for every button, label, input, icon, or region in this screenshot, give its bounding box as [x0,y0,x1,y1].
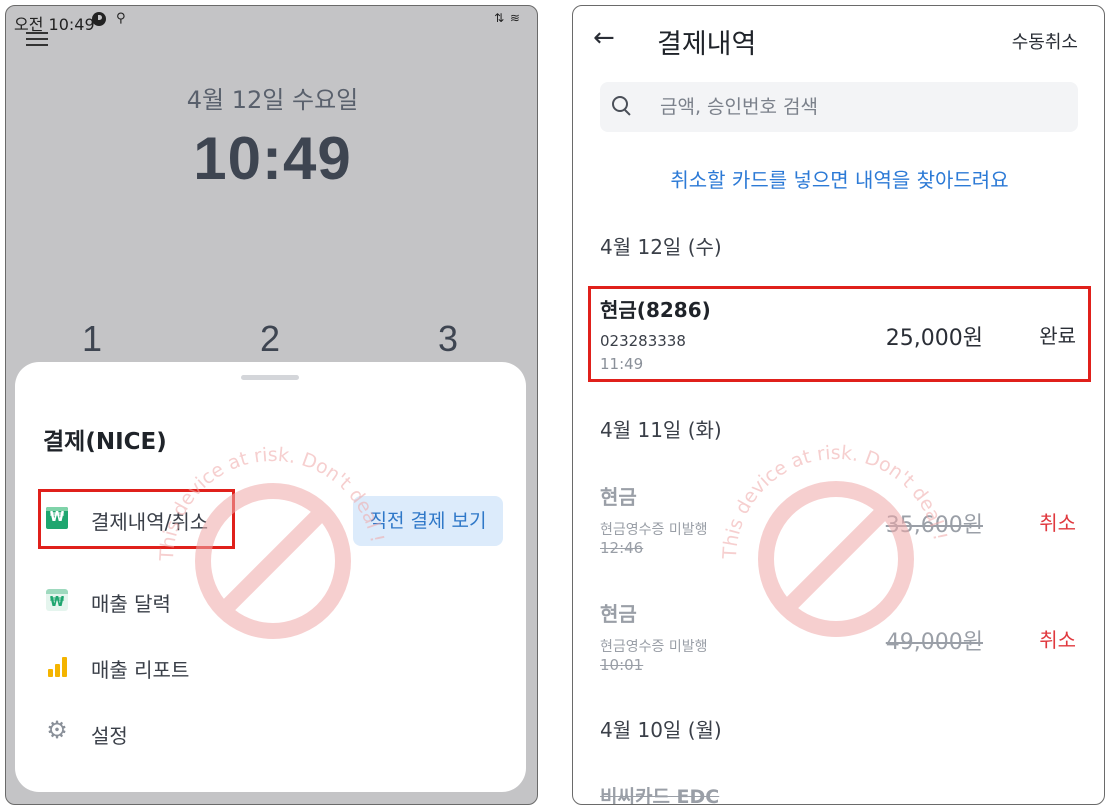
transaction-amount: 35,600원 [885,513,983,538]
manual-cancel-button[interactable]: 수동취소 [1012,28,1078,54]
menu-item-label: 매출 달력 [91,592,171,616]
search-icon [612,96,632,116]
transaction-row[interactable]: 현금 현금영수증 미발행 10:01 49,000원 취소 [600,598,1088,688]
payment-bottom-sheet: 결제(NICE) 결제내역/취소 직전 결제 보기 매출 달력 매출 리포트 ⚙… [15,362,526,792]
won-calendar-icon [46,589,68,611]
transaction-status: 취소 [1039,628,1076,652]
transaction-status: 취소 [1039,511,1076,535]
numpad-key-1[interactable]: 1 [62,318,122,360]
transaction-time: 10:01 [600,656,644,674]
numpad-row: 1 2 3 [6,318,537,368]
lock-time: 10:49 [193,125,352,192]
notification-icon [92,12,106,26]
bar-chart-icon [46,655,68,677]
transaction-time: 12:46 [600,539,644,557]
gear-icon: ⚙ [46,716,68,744]
sheet-drag-handle[interactable] [241,375,299,380]
date-header: 4월 11일 (화) [600,418,722,442]
arrow-left-icon[interactable]: ← [593,25,617,51]
last-payment-button[interactable]: 직전 결제 보기 [353,496,503,546]
transaction-name: 현금 [600,485,637,509]
transaction-amount: 49,000원 [885,630,983,655]
transaction-name[interactable]: 비씨카드 EDC [600,782,719,804]
card-insert-hint: 취소할 카드를 넣으면 내역을 찾아드려요 [670,168,1009,192]
date-header: 4월 10일 (월) [600,718,722,742]
page-title: 결제내역 [657,29,757,60]
search-input[interactable] [660,82,1060,132]
hamburger-menu-icon[interactable] [26,32,50,48]
menu-item-settings[interactable]: ⚙ 설정 [43,712,263,752]
transaction-name: 현금 [600,602,637,626]
transaction-row[interactable]: 현금 현금영수증 미발행 12:46 35,600원 취소 [600,481,1088,571]
search-bar [600,82,1078,132]
status-bar: 오전 10:49 ⚲ ⇅ ≋ [6,6,537,34]
menu-item-label: 설정 [91,724,128,748]
highlight-box [38,489,235,549]
location-icon: ⚲ [116,11,126,26]
menu-item-label: 매출 리포트 [91,658,190,682]
lock-date: 4월 12일 수요일 [186,86,359,114]
transaction-receipt-status: 현금영수증 미발행 [600,522,708,538]
transaction-receipt-status: 현금영수증 미발행 [600,639,708,655]
menu-item-sales-calendar[interactable]: 매출 달력 [43,580,263,620]
highlight-box [588,286,1091,382]
wifi-signal-icon: ⇅ ≋ [494,11,521,25]
menu-item-sales-report[interactable]: 매출 리포트 [43,646,263,686]
right-phone-screen: ← 결제내역 수동취소 취소할 카드를 넣으면 내역을 찾아드려요 4월 12일… [572,5,1105,805]
sheet-title: 결제(NICE) [43,429,167,455]
numpad-key-3[interactable]: 3 [418,318,478,360]
numpad-key-2[interactable]: 2 [240,318,300,360]
date-header: 4월 12일 (수) [600,235,722,259]
left-phone-screen: 오전 10:49 ⚲ ⇅ ≋ 4월 12일 수요일 10:49 1 2 3 결제… [5,5,538,805]
